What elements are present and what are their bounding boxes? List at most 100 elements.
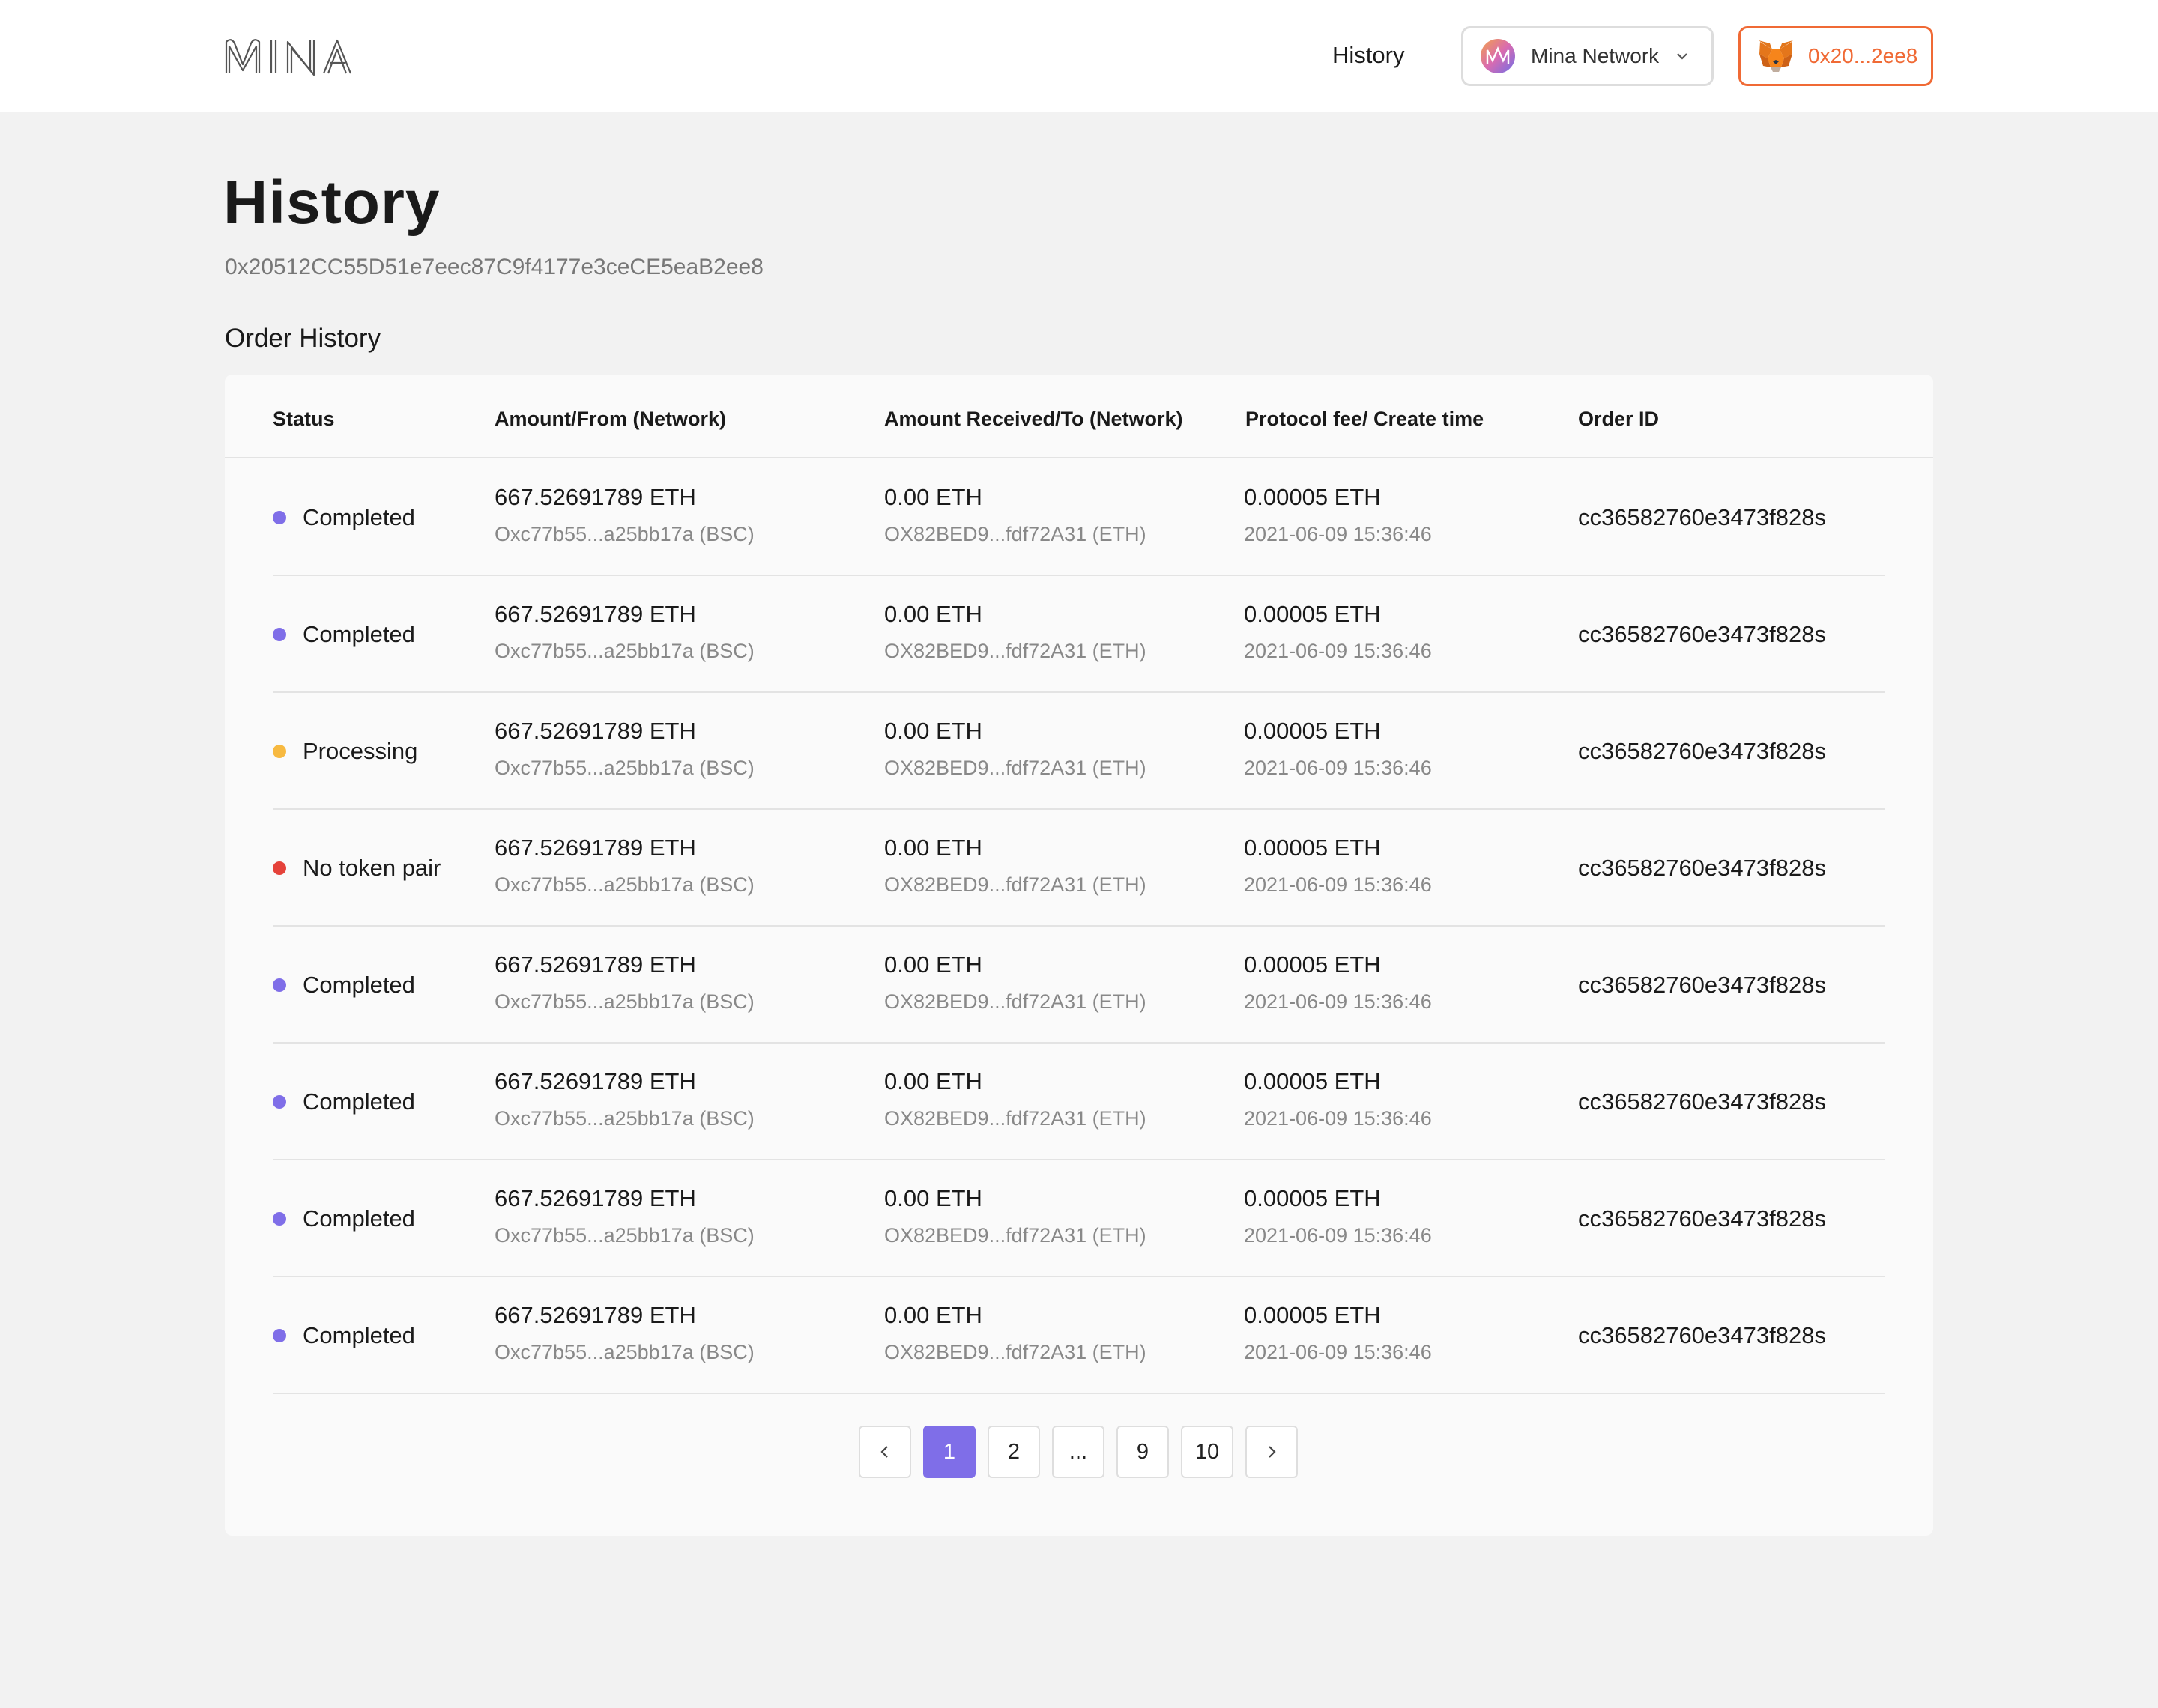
protocol-fee: 0.00005 ETH [1244,718,1381,744]
pagination-page-1[interactable]: 1 [923,1426,976,1478]
amount-from-cell: 667.52691789 ETH Oxc77b55...a25bb17a (BSC… [495,1302,755,1364]
order-id: cc36582760e3473f828s [1578,504,1826,530]
nav-history-link[interactable]: History [1332,42,1404,69]
create-time: 2021-06-09 15:36:46 [1244,1341,1432,1363]
amount-sent: 667.52691789 ETH [495,1068,696,1094]
pagination-page-2[interactable]: 2 [988,1426,1040,1478]
amount-sent: 667.52691789 ETH [495,1185,696,1211]
to-address: OX82BED9...fdf72A31 (ETH) [884,1224,1146,1247]
create-time: 2021-06-09 15:36:46 [1244,873,1432,896]
network-selector[interactable]: Mina Network [1461,26,1714,86]
create-time: 2021-06-09 15:36:46 [1244,640,1432,662]
mina-logo[interactable] [223,36,358,76]
table-row[interactable]: Completed 667.52691789 ETH Oxc77b55...a25b… [273,927,1885,1044]
to-address: OX82BED9...fdf72A31 (ETH) [884,990,1146,1013]
wallet-button[interactable]: 0x20...2ee8 [1738,26,1933,86]
status-dot [273,1212,286,1226]
status-label: Completed [303,1322,415,1348]
pagination-prev-button[interactable] [859,1426,911,1478]
pagination-page-10[interactable]: 10 [1181,1426,1233,1478]
create-time: 2021-06-09 15:36:46 [1244,523,1432,545]
amount-from-cell: 667.52691789 ETH Oxc77b55...a25bb17a (BSC… [495,835,755,897]
status-dot [273,861,286,875]
order-id: cc36582760e3473f828s [1578,855,1826,881]
table-row[interactable]: Completed 667.52691789 ETH Oxc77b55...a25b… [273,1277,1885,1394]
amount-from-cell: 667.52691789 ETH Oxc77b55...a25bb17a (BSC… [495,718,755,780]
pagination-next-button[interactable] [1245,1426,1298,1478]
mina-network-icon [1481,39,1515,73]
amount-received-cell: 0.00 ETH OX82BED9...fdf72A31 (ETH) [884,1068,1146,1130]
from-address: Oxc77b55...a25bb17a (BSC) [495,640,755,662]
to-address: OX82BED9...fdf72A31 (ETH) [884,1341,1146,1363]
amount-sent: 667.52691789 ETH [495,601,696,627]
to-address: OX82BED9...fdf72A31 (ETH) [884,1107,1146,1130]
amount-received: 0.00 ETH [884,1068,982,1094]
page-title: History [223,169,441,237]
from-address: Oxc77b55...a25bb17a (BSC) [495,990,755,1013]
table-row[interactable]: Completed 667.52691789 ETH Oxc77b55...a25b… [273,459,1885,576]
from-address: Oxc77b55...a25bb17a (BSC) [495,757,755,779]
wallet-full-address: 0x20512CC55D51e7eec87C9f4177e3ceCE5eaB2e… [225,255,764,279]
order-id: cc36582760e3473f828s [1578,1205,1826,1232]
fee-time-cell: 0.00005 ETH 2021-06-09 15:36:46 [1244,1185,1432,1247]
amount-received: 0.00 ETH [884,601,982,627]
from-address: Oxc77b55...a25bb17a (BSC) [495,873,755,896]
protocol-fee: 0.00005 ETH [1244,835,1381,861]
status-dot [273,511,286,524]
column-header-order-id: Order ID [1578,408,1660,430]
to-address: OX82BED9...fdf72A31 (ETH) [884,640,1146,662]
amount-sent: 667.52691789 ETH [495,484,696,510]
order-id: cc36582760e3473f828s [1578,1322,1826,1348]
amount-received-cell: 0.00 ETH OX82BED9...fdf72A31 (ETH) [884,484,1146,546]
network-label: Mina Network [1531,44,1660,67]
status-cell: No token pair [273,855,441,882]
protocol-fee: 0.00005 ETH [1244,484,1381,510]
protocol-fee: 0.00005 ETH [1244,1302,1381,1328]
chevron-down-icon [1677,53,1687,60]
to-address: OX82BED9...fdf72A31 (ETH) [884,523,1146,545]
amount-received-cell: 0.00 ETH OX82BED9...fdf72A31 (ETH) [884,1185,1146,1247]
amount-from-cell: 667.52691789 ETH Oxc77b55...a25bb17a (BSC… [495,951,755,1014]
create-time: 2021-06-09 15:36:46 [1244,990,1432,1013]
amount-from-cell: 667.52691789 ETH Oxc77b55...a25bb17a (BSC… [495,484,755,546]
to-address: OX82BED9...fdf72A31 (ETH) [884,757,1146,779]
amount-received-cell: 0.00 ETH OX82BED9...fdf72A31 (ETH) [884,601,1146,663]
chevron-right-icon [1269,1446,1276,1458]
order-id: cc36582760e3473f828s [1578,972,1826,998]
status-label: Completed [303,1205,415,1232]
column-header-status: Status [273,408,335,430]
amount-received-cell: 0.00 ETH OX82BED9...fdf72A31 (ETH) [884,718,1146,780]
from-address: Oxc77b55...a25bb17a (BSC) [495,1107,755,1130]
create-time: 2021-06-09 15:36:46 [1244,1224,1432,1247]
status-cell: Completed [273,621,415,648]
status-label: No token pair [303,855,441,881]
status-label: Processing [303,738,418,764]
to-address: OX82BED9...fdf72A31 (ETH) [884,873,1146,896]
pagination: 1 2 ... 9 10 [859,1426,1310,1478]
order-id: cc36582760e3473f828s [1578,621,1826,647]
amount-from-cell: 667.52691789 ETH Oxc77b55...a25bb17a (BSC… [495,1068,755,1130]
order-id: cc36582760e3473f828s [1578,738,1826,764]
table-row[interactable]: Processing 667.52691789 ETH Oxc77b55...a25… [273,693,1885,810]
table-row[interactable]: No token pair 667.52691789 ETH Oxc77b55...… [273,810,1885,927]
protocol-fee: 0.00005 ETH [1244,1185,1381,1211]
fee-time-cell: 0.00005 ETH 2021-06-09 15:36:46 [1244,484,1432,546]
amount-sent: 667.52691789 ETH [495,1302,696,1328]
amount-sent: 667.52691789 ETH [495,951,696,978]
protocol-fee: 0.00005 ETH [1244,951,1381,978]
pagination-ellipsis[interactable]: ... [1052,1426,1104,1478]
table-row[interactable]: Completed 667.52691789 ETH Oxc77b55...a25b… [273,576,1885,693]
status-cell: Processing [273,738,417,765]
table-row[interactable]: Completed 667.52691789 ETH Oxc77b55...a25b… [273,1160,1885,1277]
status-cell: Completed [273,504,415,531]
status-dot [273,1095,286,1109]
status-label: Completed [303,504,415,530]
status-label: Completed [303,621,415,647]
table-row[interactable]: Completed 667.52691789 ETH Oxc77b55...a25b… [273,1044,1885,1160]
amount-received: 0.00 ETH [884,1185,982,1211]
pagination-page-9[interactable]: 9 [1116,1426,1169,1478]
order-id: cc36582760e3473f828s [1578,1088,1826,1115]
amount-received-cell: 0.00 ETH OX82BED9...fdf72A31 (ETH) [884,951,1146,1014]
order-history-heading: Order History [225,324,381,353]
status-cell: Completed [273,1322,415,1349]
